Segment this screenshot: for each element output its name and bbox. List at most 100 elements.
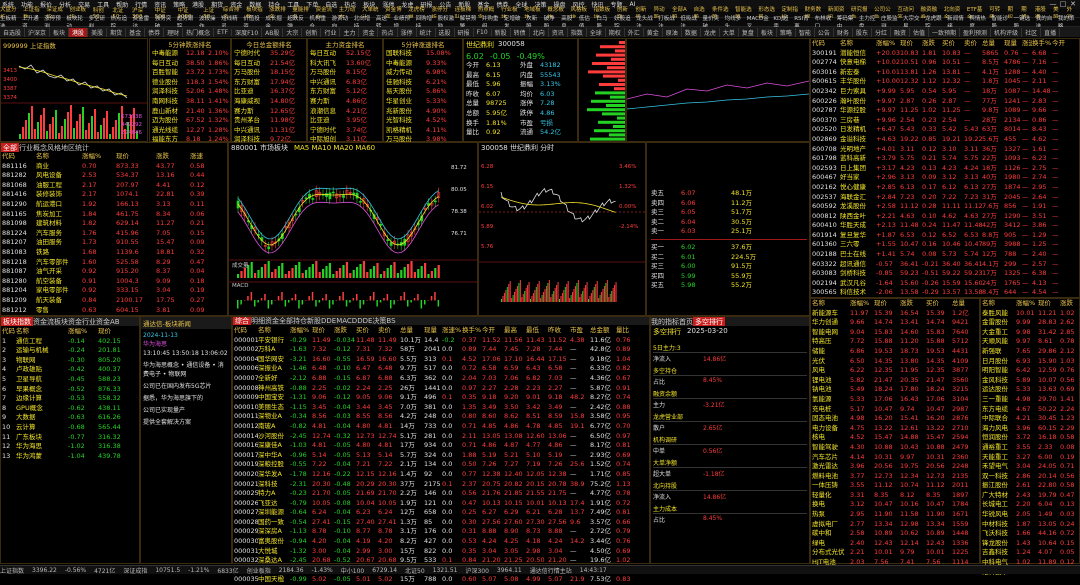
table-row[interactable]: 智能驾驶 4.30 10.88 10.43 10.88 2479 (812, 443, 980, 453)
table-row[interactable]: 881209 航天装备 0.84 2100.17 17.75 0.27 (2, 296, 228, 306)
market-tab[interactable]: 机构评级 (991, 27, 1023, 37)
stats-group-label[interactable]: 融资余额 (653, 389, 807, 399)
column-header[interactable]: 买价 (356, 326, 378, 336)
column-header[interactable]: 现价 (1038, 299, 1060, 309)
table-row[interactable]: 600592 龙溪股份 +2.58 11.12 0.28 11.11 11.12 7.6万 85… (812, 202, 1080, 212)
table-row[interactable]: 5 卫星导航 -0.45 588.23 (2, 375, 140, 385)
market-tab[interactable]: 智能 (796, 27, 815, 37)
market-tab[interactable]: 数据 (682, 27, 701, 37)
market-tab[interactable]: 自选股 (0, 27, 26, 37)
column-header[interactable]: 总金额 (590, 326, 616, 336)
table-row[interactable]: 3 物联网 -0.30 805.20 (2, 356, 140, 366)
order-buy-row[interactable]: 买一 6.02 37.6万 (651, 243, 807, 253)
column-header[interactable]: 现价 (900, 39, 922, 49)
market-tab[interactable]: 沪深京 (25, 27, 51, 37)
market-tab[interactable]: 新股 (492, 27, 511, 37)
table-row[interactable]: 电力设备 4.75 13.22 12.61 13.22 2710 (812, 424, 980, 434)
column-header[interactable]: 买价 (942, 39, 964, 49)
market-tab[interactable]: ETF (214, 28, 233, 36)
column-header[interactable]: 涨幅% (850, 299, 874, 309)
market-tab[interactable]: 债券 (145, 27, 165, 37)
news-panel[interactable]: 通达信-板块新闻 2024-11-13 华为海思 13:10:45 13:50:… (140, 316, 232, 564)
column-header[interactable]: 涨幅% (1016, 299, 1038, 309)
table-row[interactable]: 000009 中国宝安 -1.31 9.06 -0.12 9.05 9.06 9.1万 496 0… (234, 393, 650, 403)
market-tab[interactable]: 策略 (777, 27, 796, 37)
table-row[interactable]: 绿电 2.40 12.43 12.14 12.43 1336 (812, 539, 980, 549)
market-tab[interactable]: 全球 (587, 27, 606, 37)
table-row[interactable]: 7 边缘计算 -0.53 558.32 (2, 394, 140, 404)
stats-group-label[interactable]: 多空持仓 (653, 366, 807, 376)
sector-tab[interactable]: 风格 (47, 143, 61, 152)
order-buy-row[interactable]: 买三 6.00 91.5万 (651, 262, 807, 272)
table-row[interactable]: 三一重能 4.98 29.70 1.41 (982, 395, 1080, 405)
table-row[interactable]: 601798 蓝科高新 +3.79 5.75 0.21 5.74 5.75 22万 1093—6… (812, 154, 1080, 164)
table-row[interactable]: 钠电池 5.49 18.24 17.80 18.24 3215 (812, 385, 980, 395)
column-header[interactable]: 涨跌 (156, 152, 190, 162)
table-row[interactable]: 激光雷达 3.96 20.56 19.75 20.56 2248 (812, 462, 980, 472)
column-header[interactable]: 换手% (1032, 39, 1052, 49)
market-tab[interactable]: 北向 (530, 27, 549, 37)
list-tab[interactable]: MACD (336, 317, 357, 325)
column-header[interactable]: 名称 (840, 39, 876, 49)
stats-group-label[interactable]: 大单净额 (653, 458, 807, 468)
column-header[interactable]: 涨跌 (1060, 299, 1078, 309)
table-row[interactable]: 881116 商业 0.70 873.33 43.77 0.58 (2, 162, 228, 172)
table-row[interactable]: 000031 大悦城 -1.32 3.00 -0.04 2.99 3.00 15万 822 0.0… (234, 547, 650, 557)
column-header[interactable]: 昨收 (548, 326, 570, 336)
market-tab[interactable]: 基金 (126, 27, 146, 37)
table-row[interactable]: 每日互动 52.15亿 (310, 49, 384, 59)
column-header[interactable]: 现价 (874, 299, 900, 309)
table-row[interactable]: 南网科技 38.11 1.41% (152, 97, 232, 107)
market-tab[interactable]: 涨停 (398, 27, 417, 37)
table-row[interactable]: 000002 万科A -1.63 7.32 -0.12 7.31 7.32 58万 2041 0.… (234, 345, 650, 355)
table-row[interactable]: 600467 好当家 +2.96 3.13 0.09 3.12 3.13 40万 1980—2.… (812, 173, 1080, 183)
market-tab[interactable]: 指数 (568, 27, 587, 37)
table-row[interactable]: 9 大数据 -0.63 616.26 (2, 413, 140, 423)
sector-tab[interactable]: 行业 (19, 143, 33, 152)
table-row[interactable]: 中兴通讯 11.31亿 (234, 126, 308, 136)
table-row[interactable]: 佳驰科技 6.21% (386, 78, 464, 88)
table-row[interactable]: 氢能源 5.33 17.06 16.43 17.06 3104 (812, 395, 980, 405)
table-row[interactable]: 000001 平安银行 -0.29 11.49 -0.034 11.48 11.49 10.1… (234, 336, 650, 346)
market-tab[interactable]: 热门概念 (183, 27, 215, 37)
rank-panel-speed[interactable]: 5分钟涨速排名 国联科技 15.08% 中毒能源 9.33% 威力传动 6.98% 佳驰科技… (383, 38, 464, 172)
table-row[interactable]: 002520 日发精机 +6.47 5.43 0.33 5.42 5.43 63万 8014—8… (812, 125, 1080, 135)
table-row[interactable]: 科大讯飞 13.60亿 (310, 59, 384, 69)
table-row[interactable]: 大金重工 9.98 31.42 2.85 (982, 328, 1080, 338)
concept-tab[interactable]: AB (110, 318, 120, 326)
table-row[interactable]: 比亚迪 16.37亿 (234, 87, 308, 97)
table-row[interactable]: 13 华为鸿蒙 -1.04 439.78 (2, 452, 140, 462)
table-row[interactable]: 8 GPU概念 -0.62 438.11 (2, 404, 140, 414)
market-tab[interactable]: 盈利预测 (960, 27, 992, 37)
column-header[interactable]: 涨幅% (68, 327, 98, 337)
market-tab[interactable]: 主力 (340, 27, 360, 37)
column-header[interactable]: 名称 (982, 299, 1016, 309)
column-header[interactable]: 总量 (982, 39, 1004, 49)
market-tab[interactable]: 财务 (834, 27, 853, 37)
order-buy-row[interactable]: 买四 5.99 55.9万 (651, 272, 807, 282)
column-header[interactable]: 卖价 (378, 326, 400, 336)
market-tab[interactable]: 理财 (164, 27, 184, 37)
table-row[interactable]: 881087 油气开采 0.92 915.20 8.37 0.04 (2, 267, 228, 277)
table-row[interactable]: 华锐风电 2.05 1.49 0.03 (982, 510, 1080, 520)
market-tab[interactable]: 龙虎 (701, 27, 720, 37)
column-header[interactable]: 最高 (504, 326, 526, 336)
table-row[interactable]: 鹿山新材 21.40 1.36% (152, 107, 232, 117)
column-header[interactable]: 代码 (812, 39, 840, 49)
table-row[interactable]: 换电 3.12 10.47 10.16 10.47 1784 (812, 500, 980, 510)
table-row[interactable]: 881083 铁路 1.68 1139.6 18.81 0.32 (2, 248, 228, 258)
table-row[interactable]: 000035 中国天楹 -0.99 5.02 -0.05 5.01 5.02 15万 788 0.… (234, 575, 650, 585)
table-row[interactable]: 兆新股份 4.90% (386, 107, 464, 117)
table-row[interactable]: 601360 三六零 +1.55 10.47 0.16 10.46 10.47 89万 3988… (812, 240, 1080, 250)
table-row[interactable]: 赛力斯 12.65亿 (234, 107, 308, 117)
table-row[interactable]: 11 广东板块 -0.77 316.32 (2, 433, 140, 443)
list-tab[interactable]: BS (386, 317, 395, 325)
table-row[interactable]: 金雷股份 9.99 28.83 2.62 (982, 318, 1080, 328)
table-row[interactable]: 风电 6.22 12.35 11.95 12.35 3877 (812, 366, 980, 376)
table-row[interactable]: 1 通信工程 -0.14 402.15 (2, 337, 140, 347)
table-row[interactable]: 国联科技 15.08% (386, 49, 464, 59)
order-buy-row[interactable]: 买五 5.98 55.2万 (651, 281, 807, 291)
table-row[interactable]: 603016 新宏泰 +10.01 13.81 1.26 13.81—4.1万 1288—4… (812, 68, 1080, 78)
table-row[interactable]: 000014 沙河股份 -2.45 12.74 -0.32 12.73 12.74 5.1万 2… (234, 432, 650, 442)
market-tab[interactable]: 股东 (853, 27, 872, 37)
